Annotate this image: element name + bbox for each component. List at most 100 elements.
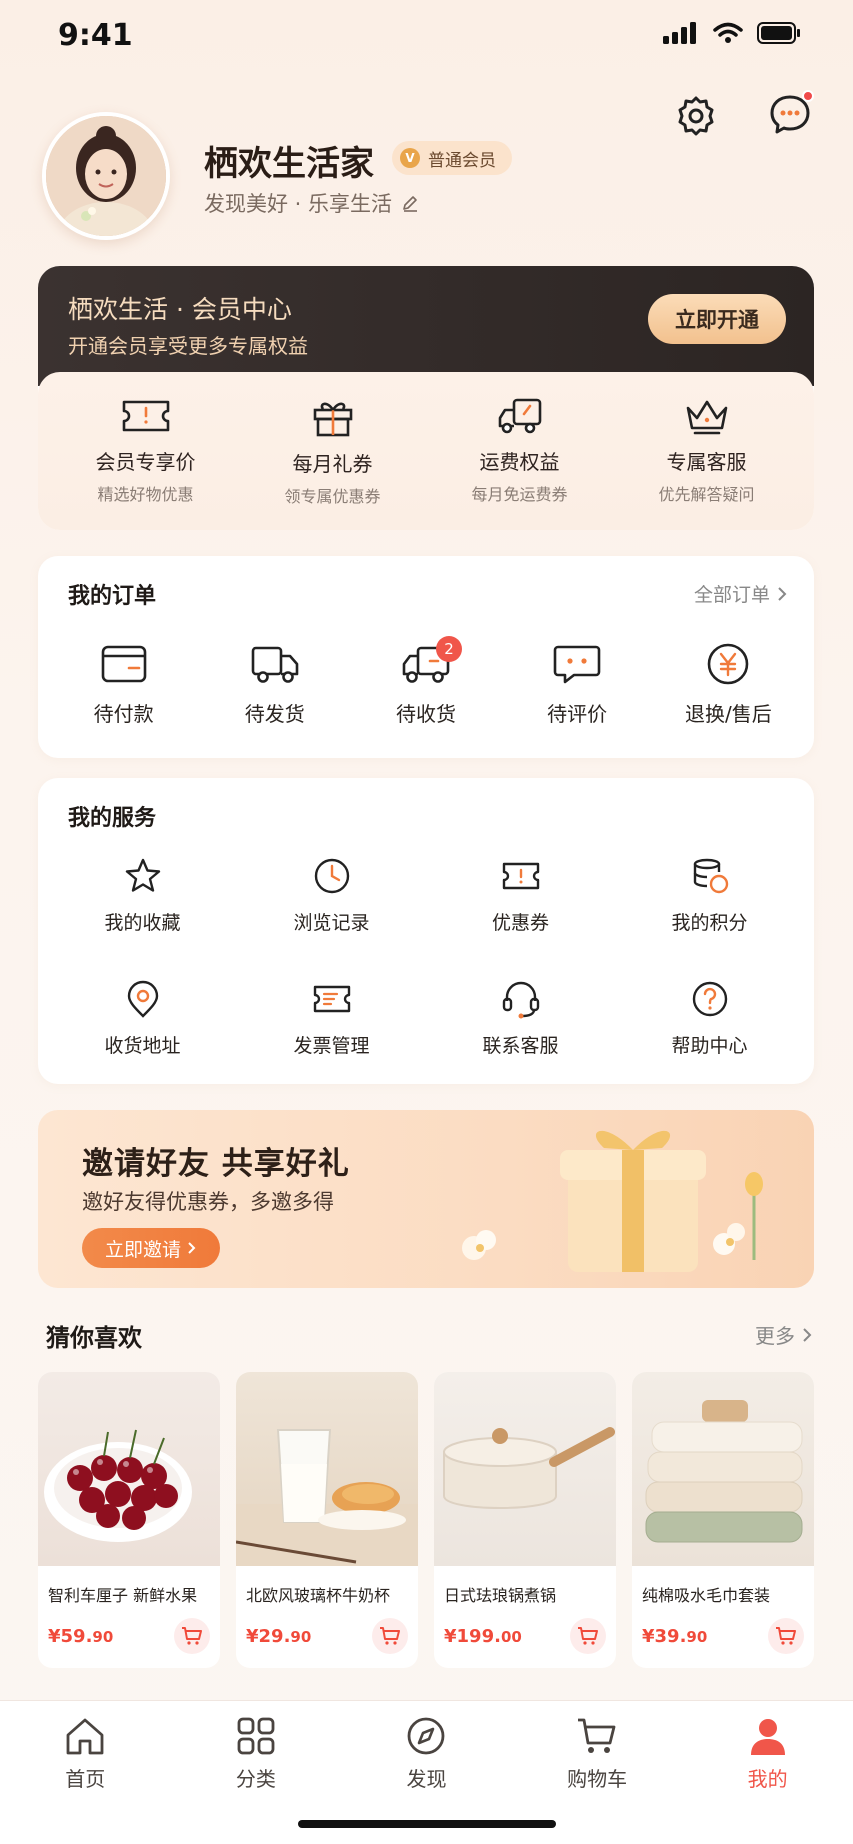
service-help[interactable]: 帮助中心 [615,979,804,1058]
edit-icon[interactable] [400,193,420,213]
delivery-truck-icon [498,398,541,434]
order-pending-review[interactable]: 待评价 [507,642,647,727]
star-icon [125,858,160,892]
tab-category[interactable]: 分类 [181,1715,331,1792]
messages-button[interactable] [764,88,816,140]
tab-cart[interactable]: 购物车 [522,1715,672,1792]
perk-monthly-coupon[interactable]: 每月礼券 领专属优惠券 [243,372,423,530]
service-contact[interactable]: 联系客服 [426,979,615,1058]
help-icon [692,981,727,1017]
clock-icon [314,858,349,894]
service-points[interactable]: 我的积分 [615,856,804,935]
tab-label: 我的 [747,1767,788,1791]
service-invoice[interactable]: 发票管理 [237,979,426,1058]
perk-title: 专属客服 [666,450,747,474]
add-to-cart-button[interactable] [570,1618,606,1654]
price-main: ¥39. [642,1626,687,1647]
order-pending-receipt[interactable]: 2 待收货 [356,636,496,727]
perk-title: 会员专享价 [95,450,196,474]
tab-mine[interactable]: 我的 [693,1715,843,1792]
perk-title: 每月礼券 [292,452,373,476]
product-card[interactable]: 纯棉吸水毛巾套装 ¥39.90 [632,1372,814,1668]
chevron-right-icon [778,586,787,601]
member-card-header: 栖欢生活 · 会员中心 开通会员享受更多专属权益 立即开通 [38,266,814,386]
price-decimal: 90 [92,1628,114,1646]
product-price: ¥59.90 [48,1626,113,1647]
product-card[interactable]: 北欧风玻璃杯牛奶杯 ¥29.90 [236,1372,418,1668]
invite-banner[interactable]: 邀请好友 共享好礼 邀好友得优惠券，多邀多得 立即邀请 [38,1110,814,1288]
perk-desc: 优先解答疑问 [658,485,755,504]
product-image-towels [632,1372,814,1566]
wallet-icon [101,645,146,683]
service-label: 联系客服 [482,1035,559,1057]
tab-label: 分类 [235,1767,276,1791]
member-perks: 会员专享价 精选好物优惠 每月礼券 领专属优惠券 运费权益 每月免运费券 专属客… [38,372,814,530]
recommend-more-link[interactable]: 更多 [755,1320,813,1349]
open-membership-button[interactable]: 立即开通 [648,294,786,344]
service-favorites[interactable]: 我的收藏 [48,856,237,935]
wifi-icon [713,22,743,43]
order-pending-shipment[interactable]: 待发货 [205,642,345,727]
signal-icon [663,22,696,44]
price-decimal: 90 [290,1628,312,1646]
tab-label: 首页 [65,1767,106,1791]
service-label: 优惠券 [491,912,549,934]
perk-exclusive-service[interactable]: 专属客服 优先解答疑问 [617,372,797,530]
services-title: 我的服务 [68,806,157,831]
price-decimal: 00 [500,1628,522,1646]
perk-desc: 精选好物优惠 [97,485,194,504]
unread-dot [802,90,814,102]
all-orders-link[interactable]: 全部订单 [694,580,788,607]
add-to-cart-button[interactable] [372,1618,408,1654]
member-subtitle: 开通会员享受更多专属权益 [68,334,308,358]
home-indicator [298,1820,556,1828]
my-orders-card: 我的订单 全部订单 待付款 待发货 2 待收货 待评价 退换/售后 [38,556,814,758]
person-icon [750,1719,785,1755]
price-decimal: 90 [686,1628,708,1646]
truck-icon [251,646,299,683]
product-list: 智利车厘子 新鲜水果 ¥59.90 北欧风玻璃杯牛奶杯 ¥29.90 日式珐琅锅… [38,1372,814,1668]
home-icon [66,1718,104,1755]
member-center-card[interactable]: 栖欢生活 · 会员中心 开通会员享受更多专属权益 立即开通 会员专享价 精选好物… [38,266,814,530]
recommend-more-label: 更多 [755,1324,795,1348]
product-image-cherries [38,1372,220,1566]
vip-icon: V [400,148,420,168]
member-level-label: 普通会员 [428,150,496,171]
perk-member-price[interactable]: 会员专享价 精选好物优惠 [56,372,236,530]
headset-icon [502,981,539,1019]
all-orders-label: 全部订单 [693,584,770,606]
product-card[interactable]: 智利车厘子 新鲜水果 ¥59.90 [38,1372,220,1668]
chevron-right-icon [188,1242,196,1254]
service-address[interactable]: 收货地址 [48,979,237,1058]
avatar-portrait [46,116,166,236]
perk-desc: 每月免运费券 [471,485,568,504]
avatar[interactable] [42,112,170,240]
settings-button[interactable] [670,90,722,142]
perk-shipping[interactable]: 运费权益 每月免运费券 [430,372,610,530]
order-after-sales[interactable]: 退换/售后 [658,642,798,727]
add-to-cart-button[interactable] [768,1618,804,1654]
product-card[interactable]: 日式珐琅锅煮锅 ¥199.00 [434,1372,616,1668]
username: 栖欢生活家 [204,144,374,184]
perk-desc: 领专属优惠券 [284,487,381,506]
service-coupons[interactable]: 优惠券 [426,856,615,935]
my-services-card: 我的服务 我的收藏 浏览记录 优惠券 我的积分 收货地址 发票管理 联系客服 帮… [38,778,814,1084]
add-to-cart-button[interactable] [174,1618,210,1654]
slogan-text: 发现美好 · 乐享生活 [204,192,393,216]
crown-icon [686,400,727,435]
ticket-icon [502,862,539,890]
cart-icon [380,1627,400,1645]
product-name: 北欧风玻璃杯牛奶杯 [246,1586,391,1605]
cart-icon [578,1718,616,1753]
invite-subtitle: 邀好友得优惠券，多邀多得 [82,1190,334,1214]
product-name: 纯棉吸水毛巾套装 [642,1586,771,1605]
invite-button[interactable]: 立即邀请 [82,1228,220,1268]
comment-icon [553,645,601,684]
member-level-badge[interactable]: V 普通会员 [392,141,512,175]
service-history[interactable]: 浏览记录 [237,856,426,935]
tab-home[interactable]: 首页 [10,1715,160,1792]
service-label: 收货地址 [104,1035,181,1057]
tab-discover[interactable]: 发现 [351,1715,501,1792]
order-pending-payment[interactable]: 待付款 [54,642,194,727]
product-image-pot [434,1372,616,1566]
